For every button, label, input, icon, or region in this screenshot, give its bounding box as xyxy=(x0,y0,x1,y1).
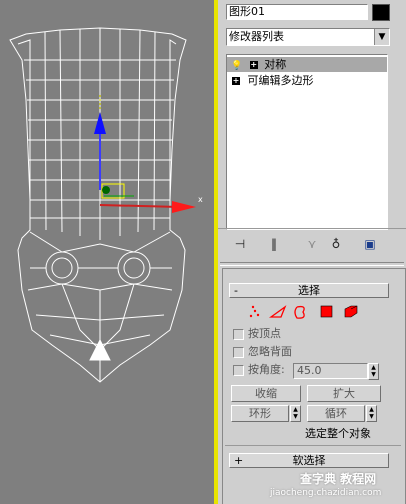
mesh-outline xyxy=(9,27,187,383)
angle-spinner[interactable]: ▲ ▼ xyxy=(368,363,379,380)
ignore-backface-row[interactable]: 忽略背面 xyxy=(233,345,292,359)
by-angle-checkbox[interactable] xyxy=(233,364,244,376)
loop-button[interactable]: 循环 xyxy=(307,405,365,422)
selection-rollout-header[interactable]: - 选择 xyxy=(229,283,389,298)
ring-spinner[interactable]: ▲ ▼ xyxy=(290,405,301,422)
ignore-backface-checkbox[interactable] xyxy=(233,346,244,358)
stack-item-editable-poly[interactable]: + 可编辑多边形 xyxy=(227,73,387,88)
chevron-down-icon[interactable]: ▼ xyxy=(374,29,389,45)
axis-x-label: x xyxy=(198,195,203,204)
toolbar-separator xyxy=(218,228,406,229)
border-mode-icon[interactable] xyxy=(294,305,305,319)
wireframe-mesh xyxy=(9,27,187,383)
plus-icon[interactable]: + xyxy=(249,61,258,69)
by-vertex-label: 按顶点 xyxy=(248,327,281,340)
plus-icon[interactable]: + xyxy=(232,77,240,85)
pin-stack-icon[interactable]: ⊣ xyxy=(232,236,248,252)
viewport[interactable]: x xyxy=(0,0,214,504)
soft-selection-rollout-header[interactable]: + 软选择 xyxy=(229,453,389,468)
modifier-list-label: 修改器列表 xyxy=(229,30,284,43)
stack-item-label: 对称 xyxy=(264,58,287,71)
rollout-container: - 选择 按顶点 忽略背面 按角度: 45.0 ▲ ▼ 收缩 扩大 环形 ▲ ▼… xyxy=(222,268,406,504)
element-mode-icon[interactable] xyxy=(344,305,358,318)
angle-value-field[interactable]: 45.0 xyxy=(293,363,368,379)
command-panel: 图形01 修改器列表 ▼ 💡 + 对称 + 可编辑多边形 ⊣ ‖ ⋎ ♁ ▣ -… xyxy=(218,0,406,504)
vertex-mode-icon[interactable] xyxy=(249,305,260,318)
lightbulb-icon[interactable]: 💡 xyxy=(231,61,242,71)
axis-x-arrow xyxy=(172,201,196,213)
watermark-title: 查字典 教程网 xyxy=(300,472,377,486)
show-end-result-icon[interactable]: ‖ xyxy=(266,236,282,252)
soft-selection-rollout-title: 软选择 xyxy=(292,454,326,467)
stack-item-label: 可编辑多边形 xyxy=(247,74,314,87)
selection-rollout-title: 选择 xyxy=(298,284,320,297)
make-unique-icon[interactable]: ⋎ xyxy=(304,236,320,252)
by-vertex-row[interactable]: 按顶点 xyxy=(233,327,281,341)
expand-sign: + xyxy=(234,454,244,467)
by-vertex-checkbox[interactable] xyxy=(233,328,244,340)
rollout-divider xyxy=(225,445,401,446)
object-color-swatch[interactable] xyxy=(372,4,390,21)
edge-mode-icon[interactable] xyxy=(268,305,287,318)
modifier-list-dropdown[interactable]: 修改器列表 ▼ xyxy=(226,28,390,46)
loop-spinner[interactable]: ▲ ▼ xyxy=(366,405,377,422)
object-name-field[interactable]: 图形01 xyxy=(226,4,368,20)
by-angle-label: 按角度: xyxy=(248,363,285,376)
ring-button[interactable]: 环形 xyxy=(231,405,289,422)
mesh-canvas[interactable]: x xyxy=(0,0,214,504)
whole-object-status: 选定整个对象 xyxy=(305,427,371,440)
remove-modifier-icon[interactable]: ♁ xyxy=(328,236,344,252)
axis-y-arrow xyxy=(94,112,106,134)
pivot-point xyxy=(102,186,110,194)
modifier-stack[interactable]: 💡 + 对称 + 可编辑多边形 xyxy=(226,54,388,230)
panel-divider xyxy=(220,262,404,266)
collapse-sign: - xyxy=(234,284,238,297)
grow-button[interactable]: 扩大 xyxy=(307,385,381,402)
ignore-backface-label: 忽略背面 xyxy=(248,345,292,358)
axis-x xyxy=(99,204,181,208)
stack-item-symmetry[interactable]: 💡 + 对称 xyxy=(227,57,387,72)
shrink-button[interactable]: 收缩 xyxy=(231,385,301,402)
by-angle-row[interactable]: 按角度: xyxy=(233,363,285,377)
watermark-url: jiaocheng.chazidian.com xyxy=(270,488,382,498)
subobject-toolbar xyxy=(249,305,358,319)
polygon-mode-icon[interactable] xyxy=(320,305,333,318)
configure-modifier-sets-icon[interactable]: ▣ xyxy=(362,236,378,252)
